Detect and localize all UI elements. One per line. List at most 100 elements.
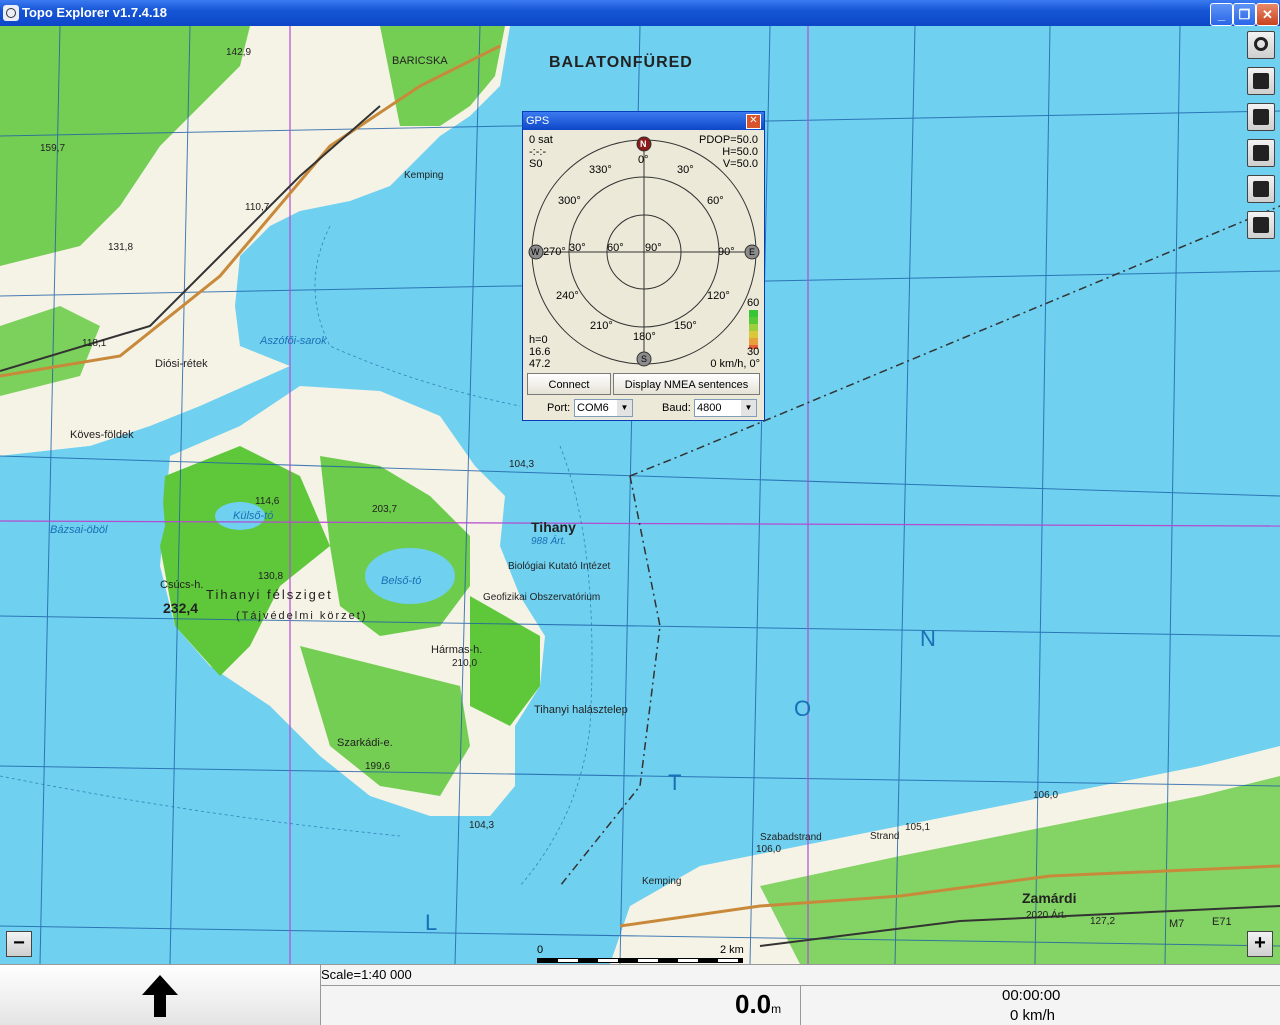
search-icon (1254, 37, 1268, 51)
signal-bar-top: 60 (747, 297, 760, 309)
zoom-out-button[interactable]: − (6, 931, 32, 957)
map-label-m7: M7 (1169, 918, 1185, 930)
direction-arrow-icon (142, 975, 178, 1017)
gps-s0: S0 (529, 158, 543, 170)
gps-title: GPS (526, 115, 550, 127)
deg-180: 180° (633, 331, 656, 343)
compass-n: N (640, 139, 647, 149)
deg-300: 300° (558, 195, 581, 207)
layers-button[interactable] (1247, 67, 1275, 95)
map-label-elevation: 203,7 (372, 504, 398, 515)
map-label-szabadstrand: Szabadstrand (760, 832, 822, 843)
map-label-szarkadi: Szarkádi-e. (337, 737, 393, 749)
gps-titlebar[interactable]: GPS ✕ (523, 112, 764, 130)
deg-90: 90° (718, 246, 735, 258)
map-label-baricska: BARICSKA (392, 55, 448, 67)
gps-pdop: PDOP=50.0 (698, 134, 758, 146)
map-label-harmas-h: Hármas-h. (431, 644, 483, 656)
gps-close-button[interactable]: ✕ (746, 114, 761, 129)
gps-val1: 16.6 (529, 346, 551, 358)
deg-330: 330° (589, 164, 612, 176)
map-label-csucs-h: Csúcs-h. (160, 579, 204, 591)
map-label-lake-t: T (668, 770, 682, 795)
deg-30: 30° (677, 164, 694, 176)
scale-bar (537, 958, 743, 963)
tools-icon (1253, 181, 1269, 197)
app-icon[interactable] (3, 5, 19, 21)
map-label-bazsaiobol: Bázsai-öböl (50, 524, 108, 536)
baud-label: Baud: (662, 402, 691, 414)
map-label-kovesfoldek: Köves-földek (70, 429, 134, 441)
deg-150: 150° (674, 320, 697, 332)
chevron-down-icon[interactable]: ▼ (741, 400, 756, 416)
map-label-lake-n: N (920, 626, 936, 651)
tools-button[interactable] (1247, 175, 1275, 203)
baud-value: 4800 (697, 402, 722, 414)
deg-120: 120° (707, 290, 730, 302)
map-label-elevation: 210,0 (452, 658, 478, 669)
gps-button[interactable] (1247, 103, 1275, 131)
connect-button[interactable]: Connect (527, 373, 611, 395)
port-value: COM6 (577, 402, 609, 414)
map-label-aszofoisarok: Aszófői-sarok (260, 335, 327, 347)
map-label-tihany-art: 988 Árt. (531, 536, 567, 547)
title-bar: Topo Explorer v1.7.4.18 _ ❐ ✕ (0, 0, 1280, 26)
minimize-button[interactable]: _ (1210, 3, 1233, 26)
gps-val2: 47.2 (529, 358, 551, 370)
map-label-elevation: 130,8 (258, 571, 284, 582)
map-label-elevation: 104,3 (469, 820, 495, 831)
map-label-elevation: 118,1 (82, 338, 107, 349)
map-label-obszervatorium: Geofizikai Obszervatórium (483, 592, 601, 603)
compass-w: W (531, 247, 540, 257)
direction-panel (0, 965, 320, 1025)
deg-210: 210° (590, 320, 613, 332)
map-label-belsoto: Belső-tó (381, 575, 422, 587)
map-label-tihany: Tihany (531, 519, 576, 535)
map-label-balatonfured: BALATONFÜRED (549, 54, 693, 71)
map-label-elevation: 127,2 (1090, 916, 1116, 927)
close-button[interactable]: ✕ (1256, 3, 1279, 26)
map-label-kemping1: Kemping (404, 170, 444, 181)
scale-bar-start: 0 (537, 944, 544, 956)
scale-readout: Scale=1:40 000 (321, 967, 412, 982)
gps-vdop: V=50.0 (722, 158, 758, 170)
map-label-zamardi: Zamárdi (1022, 890, 1077, 906)
map-label-elevation: 159,7 (40, 143, 66, 154)
map-label-tihanyi-felsziget: Tihanyi félsziget (206, 587, 333, 602)
compass-s: S (641, 354, 648, 364)
search-button[interactable] (1247, 31, 1275, 59)
display-nmea-button[interactable]: Display NMEA sentences (613, 373, 760, 395)
compass-e: E (749, 247, 756, 257)
ring-90: 90° (645, 242, 662, 254)
map-label-elevation: 106,0 (1033, 790, 1059, 801)
scale-bar-end: 2 km (720, 944, 744, 956)
port-select[interactable]: COM6 ▼ (574, 399, 633, 417)
restore-button[interactable]: ❐ (1233, 3, 1256, 26)
map-label-elevation: 110,7 (245, 202, 270, 213)
distance-unit: m (771, 1002, 782, 1016)
map-label-tajvedelmi: (Tájvédelmi körzet) (236, 610, 368, 622)
help-icon (1253, 145, 1269, 161)
ring-60: 60° (607, 242, 624, 254)
map-label-elevation: 199,6 (365, 761, 391, 772)
export-button[interactable] (1247, 211, 1275, 239)
map-label-elevation: 131,8 (108, 242, 134, 253)
zoom-in-button[interactable]: + (1247, 931, 1273, 957)
gps-speed-heading: 0 km/h, 0° (710, 358, 760, 370)
help-button[interactable] (1247, 139, 1275, 167)
map-label-kemping2: Kemping (642, 876, 682, 887)
port-label: Port: (547, 402, 571, 414)
map-label-elevation: 114,6 (255, 496, 280, 507)
map-label-elevation: 104,3 (509, 459, 535, 470)
map-label-csucs-val: 232,4 (163, 600, 199, 616)
map-label-zamardi-art: 2020 Árt. (1026, 910, 1067, 921)
chevron-down-icon[interactable]: ▼ (617, 400, 632, 416)
map-label-elevation: 142,9 (226, 47, 252, 58)
export-icon (1253, 217, 1269, 233)
map-label-diosiretek: Diósi-rétek (155, 358, 208, 370)
speed-readout: 0 km/h (1010, 1007, 1056, 1024)
gps-altitude: h=0 (529, 334, 548, 346)
baud-select[interactable]: 4800 ▼ (694, 399, 757, 417)
time-readout: 00:00:00 (1002, 987, 1061, 1004)
map-label-elevation: 106,0 (756, 844, 782, 855)
